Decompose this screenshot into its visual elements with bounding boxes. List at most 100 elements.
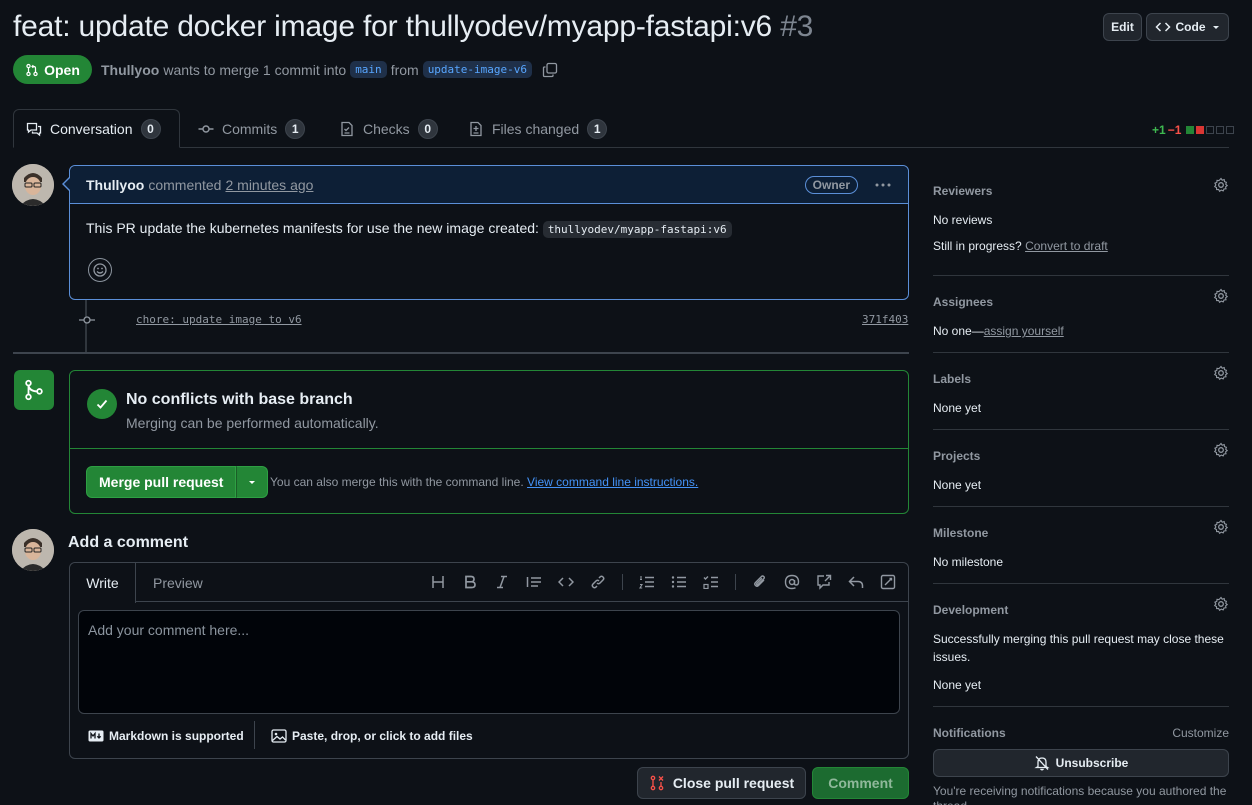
sidebar-labels: Labels None yet [933, 365, 1229, 417]
cross-reference-icon[interactable] [815, 573, 833, 591]
close-pull-request-button[interactable]: Close pull request [637, 767, 806, 799]
file-diff-icon [468, 121, 484, 137]
head-branch[interactable]: update-image-v6 [422, 61, 533, 78]
command-line-instructions-link[interactable]: View command line instructions. [527, 475, 698, 489]
unordered-list-icon[interactable] [670, 573, 688, 591]
merge-heading: No conflicts with base branch [126, 391, 353, 408]
timeline-separator [13, 352, 909, 354]
copy-icon[interactable] [542, 62, 558, 78]
merge-status: No conflicts with base branch Merging ca… [70, 371, 908, 449]
page-title: feat: update docker image for thullyodev… [13, 10, 814, 43]
diffstat-block-added [1186, 126, 1195, 134]
inline-code: thullyodev/myapp-fastapi:v6 [542, 221, 732, 238]
add-comment-heading: Add a comment [68, 534, 189, 551]
commit-message-link[interactable]: chore: update image to v6 [136, 313, 302, 326]
git-commit-icon [198, 121, 214, 137]
unsubscribe-button[interactable]: Unsubscribe [933, 749, 1229, 777]
markdown-icon [88, 730, 104, 742]
diffstat-block-neutral [1206, 126, 1215, 134]
quote-icon[interactable] [525, 573, 543, 591]
paperclip-icon[interactable] [751, 573, 769, 591]
toolbar-divider [735, 574, 736, 590]
status-badge: Open [13, 55, 92, 84]
markdown-support-link[interactable]: Markdown is supported [88, 729, 244, 743]
pull-request-closed-icon [649, 775, 665, 791]
merge-summary: Thullyoo wants to merge 1 commit into ma… [101, 61, 558, 78]
attach-files-button[interactable]: Paste, drop, or click to add files [271, 729, 473, 743]
gear-icon[interactable] [1213, 365, 1229, 381]
task-list-icon[interactable] [702, 573, 720, 591]
tab-conversation[interactable]: Conversation 0 [13, 109, 180, 148]
merge-subtext: Merging can be performed automatically. [126, 415, 379, 431]
comment-header: Thullyoo commented 2 minutes ago Owner [70, 166, 908, 204]
git-merge-icon [14, 370, 54, 410]
tab-files-changed[interactable]: Files changed 1 [456, 109, 619, 148]
merge-hint: You can also merge this with the command… [270, 475, 699, 489]
tab-checks[interactable]: Checks 0 [327, 109, 450, 148]
smiley-icon[interactable] [88, 258, 112, 282]
bell-slash-icon [1034, 755, 1050, 771]
avatar[interactable] [12, 164, 54, 206]
comment-editor: Write Preview Markdown is supported Past… [69, 562, 909, 759]
triangle-down-icon [247, 477, 257, 487]
toolbar-divider [622, 574, 623, 590]
image-icon [271, 729, 287, 743]
gear-icon[interactable] [1213, 288, 1229, 304]
diffstat-block-removed [1196, 126, 1205, 134]
commit-sha-link[interactable]: 371f403 [862, 313, 908, 326]
gear-icon[interactable] [1213, 177, 1229, 193]
mention-icon[interactable] [783, 573, 801, 591]
code-icon [1154, 19, 1171, 35]
comment-body: This PR update the kubernetes manifests … [70, 204, 908, 252]
gear-icon[interactable] [1213, 596, 1229, 612]
sidebar-development: Development Successfully merging this pu… [933, 596, 1229, 694]
sidebar-notifications: Notifications Customize [933, 726, 1229, 740]
base-branch[interactable]: main [350, 61, 387, 78]
git-commit-icon [79, 313, 95, 327]
comment-timestamp[interactable]: 2 minutes ago [225, 177, 313, 193]
notification-reason: You're receiving notifications because y… [933, 784, 1227, 805]
customize-notifications-link[interactable]: Customize [1172, 726, 1229, 740]
kebab-menu-icon[interactable] [874, 177, 892, 193]
sidebar-divider [933, 706, 1229, 707]
comment-caret-inner [64, 177, 71, 191]
sidebar-assignees: Assignees No one—assign yourself [933, 288, 1229, 340]
comment-box: Thullyoo commented 2 minutes ago Owner T… [69, 165, 909, 300]
check-circle-icon [87, 389, 117, 419]
link-icon[interactable] [589, 573, 607, 591]
avatar[interactable] [12, 529, 54, 571]
tab-commits[interactable]: Commits 1 [186, 109, 317, 148]
comment-textarea[interactable] [78, 610, 900, 714]
tab-write[interactable]: Write [70, 563, 136, 603]
sidebar-projects: Projects None yet [933, 442, 1229, 494]
merge-box: No conflicts with base branch Merging ca… [69, 370, 909, 514]
gear-icon[interactable] [1213, 442, 1229, 458]
code-button[interactable]: Code [1146, 13, 1229, 41]
merge-method-dropdown[interactable] [236, 466, 269, 498]
tab-preview[interactable]: Preview [153, 575, 203, 591]
diffstat-block-neutral [1216, 126, 1225, 134]
checklist-icon [339, 121, 355, 137]
comment-submit-button[interactable]: Comment [812, 767, 909, 799]
ordered-list-icon[interactable] [638, 573, 656, 591]
heading-icon[interactable] [429, 573, 447, 591]
code-icon[interactable] [557, 573, 575, 591]
merge-pull-request-button[interactable]: Merge pull request [86, 466, 237, 498]
bold-icon[interactable] [461, 573, 479, 591]
sidebar-milestone: Milestone No milestone [933, 519, 1229, 571]
edit-button[interactable]: Edit [1103, 13, 1142, 41]
gear-icon[interactable] [1213, 519, 1229, 535]
chevron-down-icon [1211, 22, 1221, 32]
sidebar-divider [933, 506, 1229, 507]
pull-request-icon [25, 63, 39, 77]
fullscreen-edit-icon[interactable] [879, 573, 897, 591]
author-link[interactable]: Thullyoo [101, 62, 159, 78]
comment-author[interactable]: Thullyoo [86, 177, 144, 193]
sidebar-divider [933, 275, 1229, 276]
assign-yourself-link[interactable]: assign yourself [984, 324, 1064, 338]
comment-discussion-icon [26, 121, 42, 137]
reply-icon[interactable] [847, 573, 865, 591]
convert-to-draft-link[interactable]: Convert to draft [1025, 239, 1108, 253]
pr-number: #3 [780, 10, 814, 43]
italic-icon[interactable] [493, 573, 511, 591]
